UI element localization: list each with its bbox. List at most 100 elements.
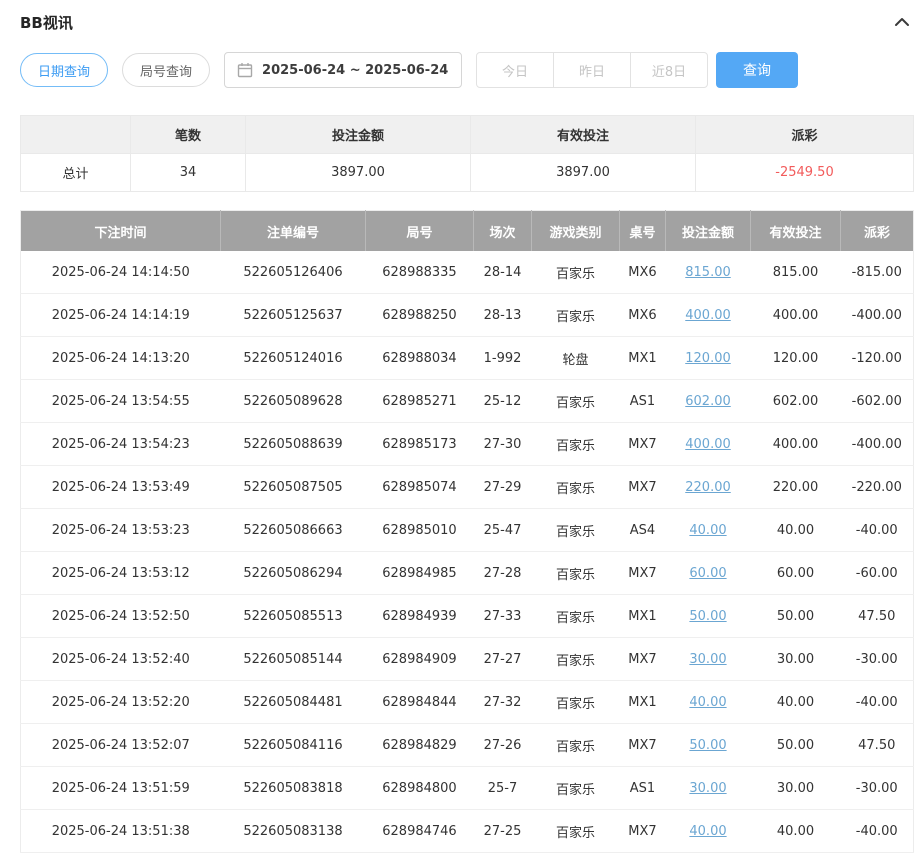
cell-bet-amount: 220.00 (666, 466, 751, 509)
bet-amount-link[interactable]: 40.00 (689, 824, 726, 839)
cell-valid-bet: 815.00 (751, 251, 841, 294)
bet-amount-link[interactable]: 815.00 (685, 265, 731, 280)
bet-amount-link[interactable]: 30.00 (689, 652, 726, 667)
cell-round-id: 628984909 (366, 638, 474, 681)
cell-table-no: MX7 (620, 638, 666, 681)
header-round-id: 局号 (366, 211, 474, 252)
cell-payout: -40.00 (841, 681, 914, 724)
cell-game-type: 百家乐 (532, 767, 620, 810)
cell-payout: -400.00 (841, 294, 914, 337)
bet-amount-link[interactable]: 602.00 (685, 394, 731, 409)
summary-header-count: 笔数 (131, 116, 246, 154)
bet-amount-link[interactable]: 30.00 (689, 781, 726, 796)
cell-bet-amount: 40.00 (666, 681, 751, 724)
cell-round-id: 628984829 (366, 724, 474, 767)
cell-session: 27-28 (474, 552, 532, 595)
cell-round-id: 628988034 (366, 337, 474, 380)
cell-round-id: 628984746 (366, 810, 474, 853)
cell-valid-bet: 30.00 (751, 767, 841, 810)
cell-bet-id: 522605083818 (221, 767, 366, 810)
bet-amount-link[interactable]: 40.00 (689, 695, 726, 710)
bet-amount-link[interactable]: 400.00 (685, 308, 731, 323)
cell-table-no: AS1 (620, 380, 666, 423)
cell-bet-id: 522605083138 (221, 810, 366, 853)
header-table-no: 桌号 (620, 211, 666, 252)
date-range-value: 2025-06-24 ~ 2025-06-24 (262, 63, 448, 78)
bet-amount-link[interactable]: 120.00 (685, 351, 731, 366)
cell-bet-id: 522605085144 (221, 638, 366, 681)
cell-valid-bet: 50.00 (751, 595, 841, 638)
table-row: 2025-06-24 13:51:59522605083818628984800… (21, 767, 914, 810)
cell-bet-amount: 400.00 (666, 423, 751, 466)
cell-table-no: MX7 (620, 552, 666, 595)
cell-session: 25-7 (474, 767, 532, 810)
summary-header-bet-amount: 投注金额 (246, 116, 471, 154)
cell-bet-id: 522605088639 (221, 423, 366, 466)
header-payout: 派彩 (841, 211, 914, 252)
cell-bet-time: 2025-06-24 13:53:12 (21, 552, 221, 595)
cell-bet-time: 2025-06-24 14:14:19 (21, 294, 221, 337)
cell-payout: -815.00 (841, 251, 914, 294)
cell-bet-id: 522605125637 (221, 294, 366, 337)
cell-bet-amount: 602.00 (666, 380, 751, 423)
cell-bet-time: 2025-06-24 13:52:40 (21, 638, 221, 681)
cell-round-id: 628985173 (366, 423, 474, 466)
bet-amount-link[interactable]: 50.00 (689, 609, 726, 624)
collapse-chevron-icon[interactable] (891, 11, 913, 33)
round-query-tab[interactable]: 局号查询 (122, 53, 210, 87)
cell-session: 1-992 (474, 337, 532, 380)
cell-bet-id: 522605084481 (221, 681, 366, 724)
date-range-input[interactable]: 2025-06-24 ~ 2025-06-24 (224, 52, 462, 88)
cell-bet-id: 522605126406 (221, 251, 366, 294)
cell-game-type: 百家乐 (532, 294, 620, 337)
cell-bet-amount: 30.00 (666, 638, 751, 681)
cell-bet-amount: 50.00 (666, 724, 751, 767)
cell-session: 28-14 (474, 251, 532, 294)
table-row: 2025-06-24 13:53:12522605086294628984985… (21, 552, 914, 595)
header-bet-id: 注单编号 (221, 211, 366, 252)
quick-date-group: 今日 昨日 近8日 (476, 52, 708, 88)
cell-table-no: MX6 (620, 294, 666, 337)
bet-amount-link[interactable]: 50.00 (689, 738, 726, 753)
summary-valid-bet: 3897.00 (471, 154, 696, 192)
panel-title: BB视讯 (20, 12, 73, 33)
cell-game-type: 百家乐 (532, 251, 620, 294)
header-session: 场次 (474, 211, 532, 252)
cell-table-no: MX1 (620, 681, 666, 724)
bet-amount-link[interactable]: 40.00 (689, 523, 726, 538)
table-row: 2025-06-24 14:14:19522605125637628988250… (21, 294, 914, 337)
cell-valid-bet: 602.00 (751, 380, 841, 423)
cell-table-no: AS1 (620, 767, 666, 810)
cell-bet-id: 522605089628 (221, 380, 366, 423)
table-row: 2025-06-24 13:54:23522605088639628985173… (21, 423, 914, 466)
cell-session: 27-30 (474, 423, 532, 466)
summary-total-row: 总计 34 3897.00 3897.00 -2549.50 (21, 154, 914, 192)
cell-game-type: 百家乐 (532, 595, 620, 638)
cell-bet-time: 2025-06-24 13:52:50 (21, 595, 221, 638)
bet-amount-link[interactable]: 220.00 (685, 480, 731, 495)
cell-bet-id: 522605086663 (221, 509, 366, 552)
cell-session: 27-27 (474, 638, 532, 681)
yesterday-button[interactable]: 昨日 (553, 52, 631, 88)
date-query-tab[interactable]: 日期查询 (20, 53, 108, 87)
cell-round-id: 628988250 (366, 294, 474, 337)
bet-amount-link[interactable]: 60.00 (689, 566, 726, 581)
last-8-days-button[interactable]: 近8日 (630, 52, 708, 88)
table-row: 2025-06-24 13:53:49522605087505628985074… (21, 466, 914, 509)
table-row: 2025-06-24 13:52:40522605085144628984909… (21, 638, 914, 681)
cell-game-type: 轮盘 (532, 337, 620, 380)
cell-payout: -60.00 (841, 552, 914, 595)
cell-game-type: 百家乐 (532, 423, 620, 466)
cell-round-id: 628985271 (366, 380, 474, 423)
search-button[interactable]: 查询 (716, 52, 798, 88)
cell-payout: -400.00 (841, 423, 914, 466)
today-button[interactable]: 今日 (476, 52, 554, 88)
bet-amount-link[interactable]: 400.00 (685, 437, 731, 452)
cell-bet-amount: 40.00 (666, 810, 751, 853)
cell-payout: -220.00 (841, 466, 914, 509)
table-row: 2025-06-24 13:52:50522605085513628984939… (21, 595, 914, 638)
cell-bet-id: 522605087505 (221, 466, 366, 509)
summary-header-blank (21, 116, 131, 154)
summary-payout: -2549.50 (696, 154, 914, 192)
cell-bet-amount: 815.00 (666, 251, 751, 294)
